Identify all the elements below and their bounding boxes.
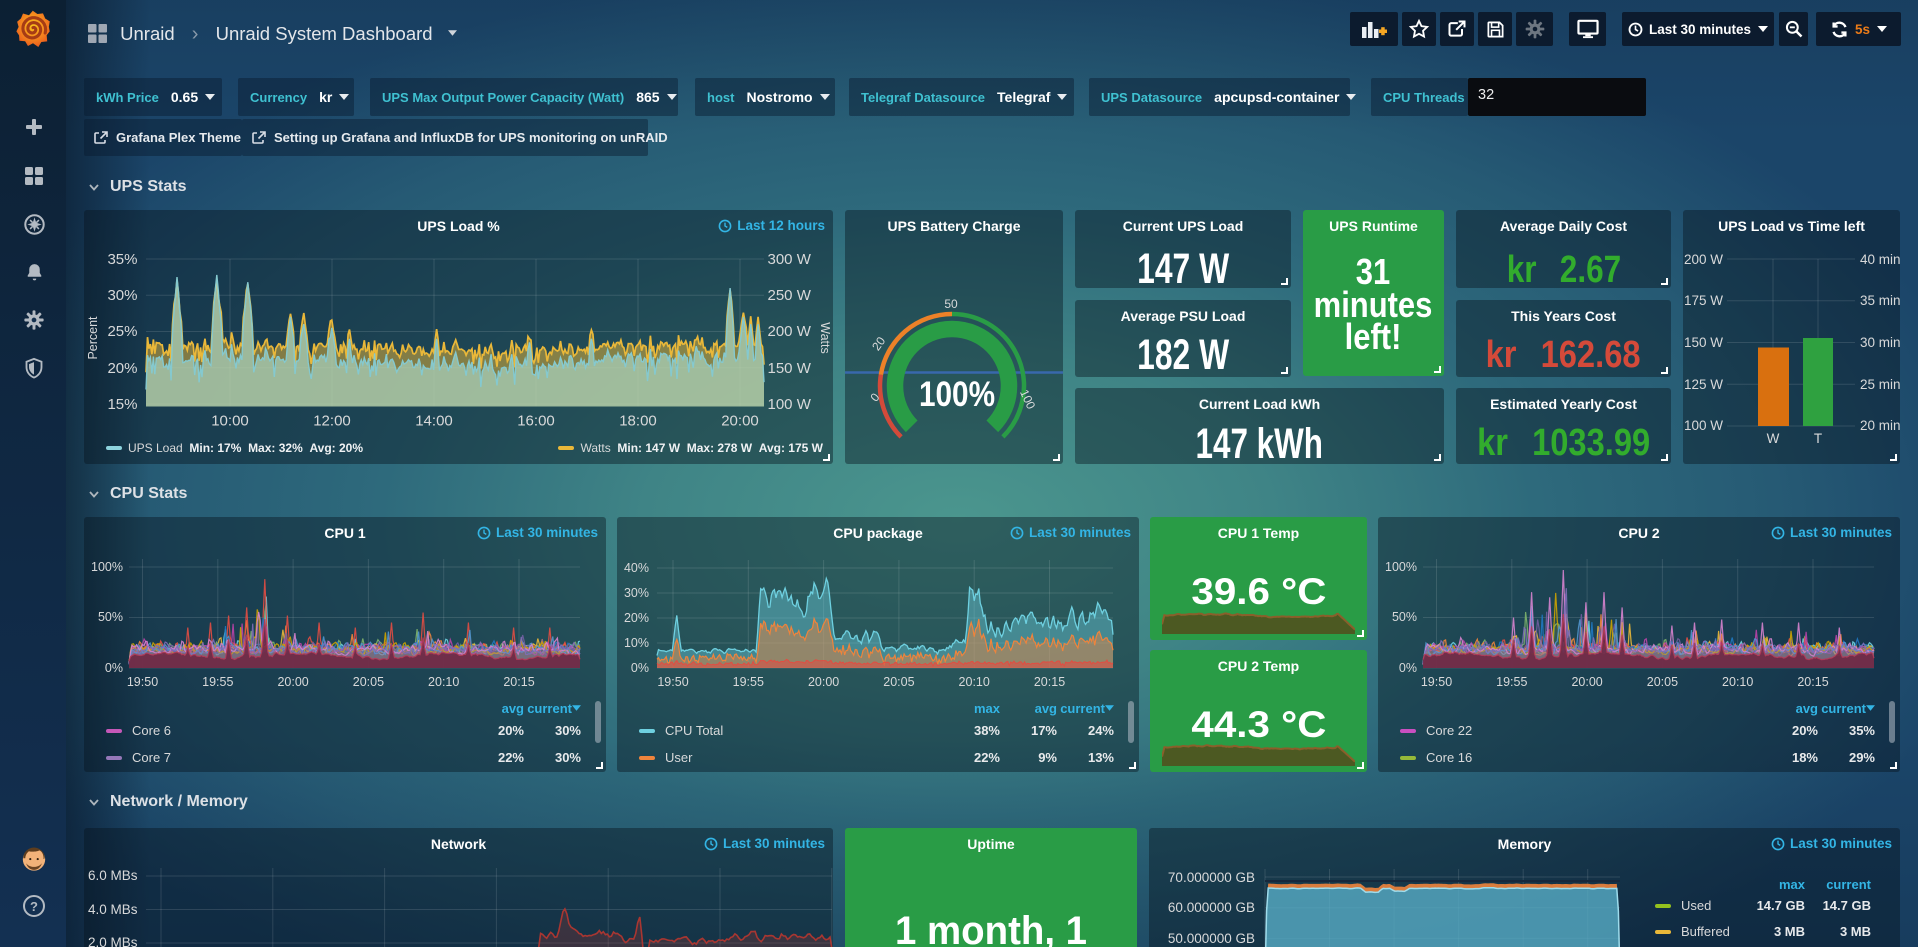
svg-text:30%: 30% <box>624 586 649 600</box>
svg-text:20 min: 20 min <box>1860 418 1900 433</box>
svg-text:20%: 20% <box>107 360 137 377</box>
svg-text:18:00: 18:00 <box>619 413 657 430</box>
svg-text:35 min: 35 min <box>1860 293 1900 308</box>
svg-text:12:00: 12:00 <box>313 413 351 430</box>
svg-text:T: T <box>1814 431 1822 446</box>
svg-text:50%: 50% <box>98 610 123 624</box>
svg-text:50%: 50% <box>1392 610 1417 624</box>
svg-text:100 W: 100 W <box>1684 418 1723 433</box>
svg-text:Watts: Watts <box>818 322 832 353</box>
svg-text:35%: 35% <box>107 251 137 268</box>
svg-text:40 min: 40 min <box>1860 252 1900 267</box>
svg-text:50.000000 GB: 50.000000 GB <box>1168 931 1255 946</box>
svg-text:150 W: 150 W <box>1684 335 1723 350</box>
svg-text:20:10: 20:10 <box>1722 675 1753 689</box>
svg-text:20:05: 20:05 <box>1647 675 1678 689</box>
svg-text:10%: 10% <box>624 636 649 650</box>
svg-text:0%: 0% <box>631 661 649 675</box>
svg-text:20:10: 20:10 <box>959 675 990 689</box>
svg-text:14:00: 14:00 <box>415 413 453 430</box>
svg-text:20: 20 <box>869 334 888 353</box>
svg-text:10:00: 10:00 <box>211 413 249 430</box>
svg-text:100%: 100% <box>91 560 123 574</box>
svg-text:16:00: 16:00 <box>517 413 555 430</box>
svg-text:19:55: 19:55 <box>202 675 233 689</box>
svg-text:20:10: 20:10 <box>428 675 459 689</box>
svg-text:0%: 0% <box>1399 661 1417 675</box>
svg-text:175 W: 175 W <box>1684 293 1723 308</box>
svg-text:300 W: 300 W <box>768 251 812 268</box>
svg-text:6.0 MBs: 6.0 MBs <box>88 868 138 883</box>
svg-text:25 min: 25 min <box>1860 377 1900 392</box>
svg-text:4.0 MBs: 4.0 MBs <box>88 902 138 917</box>
svg-text:60.000000 GB: 60.000000 GB <box>1168 900 1255 915</box>
svg-text:25%: 25% <box>107 323 137 340</box>
svg-text:20:05: 20:05 <box>883 675 914 689</box>
svg-text:19:55: 19:55 <box>733 675 764 689</box>
svg-text:100%: 100% <box>919 375 995 414</box>
svg-text:2.0 MBs: 2.0 MBs <box>88 935 138 947</box>
svg-text:15%: 15% <box>107 396 137 413</box>
svg-text:20:05: 20:05 <box>353 675 384 689</box>
svg-text:50: 50 <box>944 297 958 311</box>
svg-text:?: ? <box>30 899 38 914</box>
svg-text:20:00: 20:00 <box>808 675 839 689</box>
svg-text:19:50: 19:50 <box>1421 675 1452 689</box>
svg-text:W: W <box>1767 431 1780 446</box>
svg-text:20:00: 20:00 <box>277 675 308 689</box>
svg-text:150 W: 150 W <box>768 360 812 377</box>
svg-text:Percent: Percent <box>86 316 100 360</box>
svg-text:200 W: 200 W <box>1684 252 1723 267</box>
svg-text:125 W: 125 W <box>1684 377 1723 392</box>
svg-text:19:50: 19:50 <box>127 675 158 689</box>
svg-text:250 W: 250 W <box>768 287 812 304</box>
svg-text:20:00: 20:00 <box>1571 675 1602 689</box>
svg-text:100%: 100% <box>1385 560 1417 574</box>
svg-text:20%: 20% <box>624 611 649 625</box>
svg-text:100 W: 100 W <box>768 396 812 413</box>
svg-text:19:55: 19:55 <box>1496 675 1527 689</box>
svg-text:30 min: 30 min <box>1860 335 1900 350</box>
svg-text:20:15: 20:15 <box>503 675 534 689</box>
svg-text:200 W: 200 W <box>768 323 812 340</box>
svg-text:20:15: 20:15 <box>1034 675 1065 689</box>
svg-text:19:50: 19:50 <box>657 675 688 689</box>
svg-text:40%: 40% <box>624 561 649 575</box>
svg-text:0%: 0% <box>105 661 123 675</box>
svg-text:30%: 30% <box>107 287 137 304</box>
svg-text:20:00: 20:00 <box>721 413 759 430</box>
svg-text:20:15: 20:15 <box>1797 675 1828 689</box>
